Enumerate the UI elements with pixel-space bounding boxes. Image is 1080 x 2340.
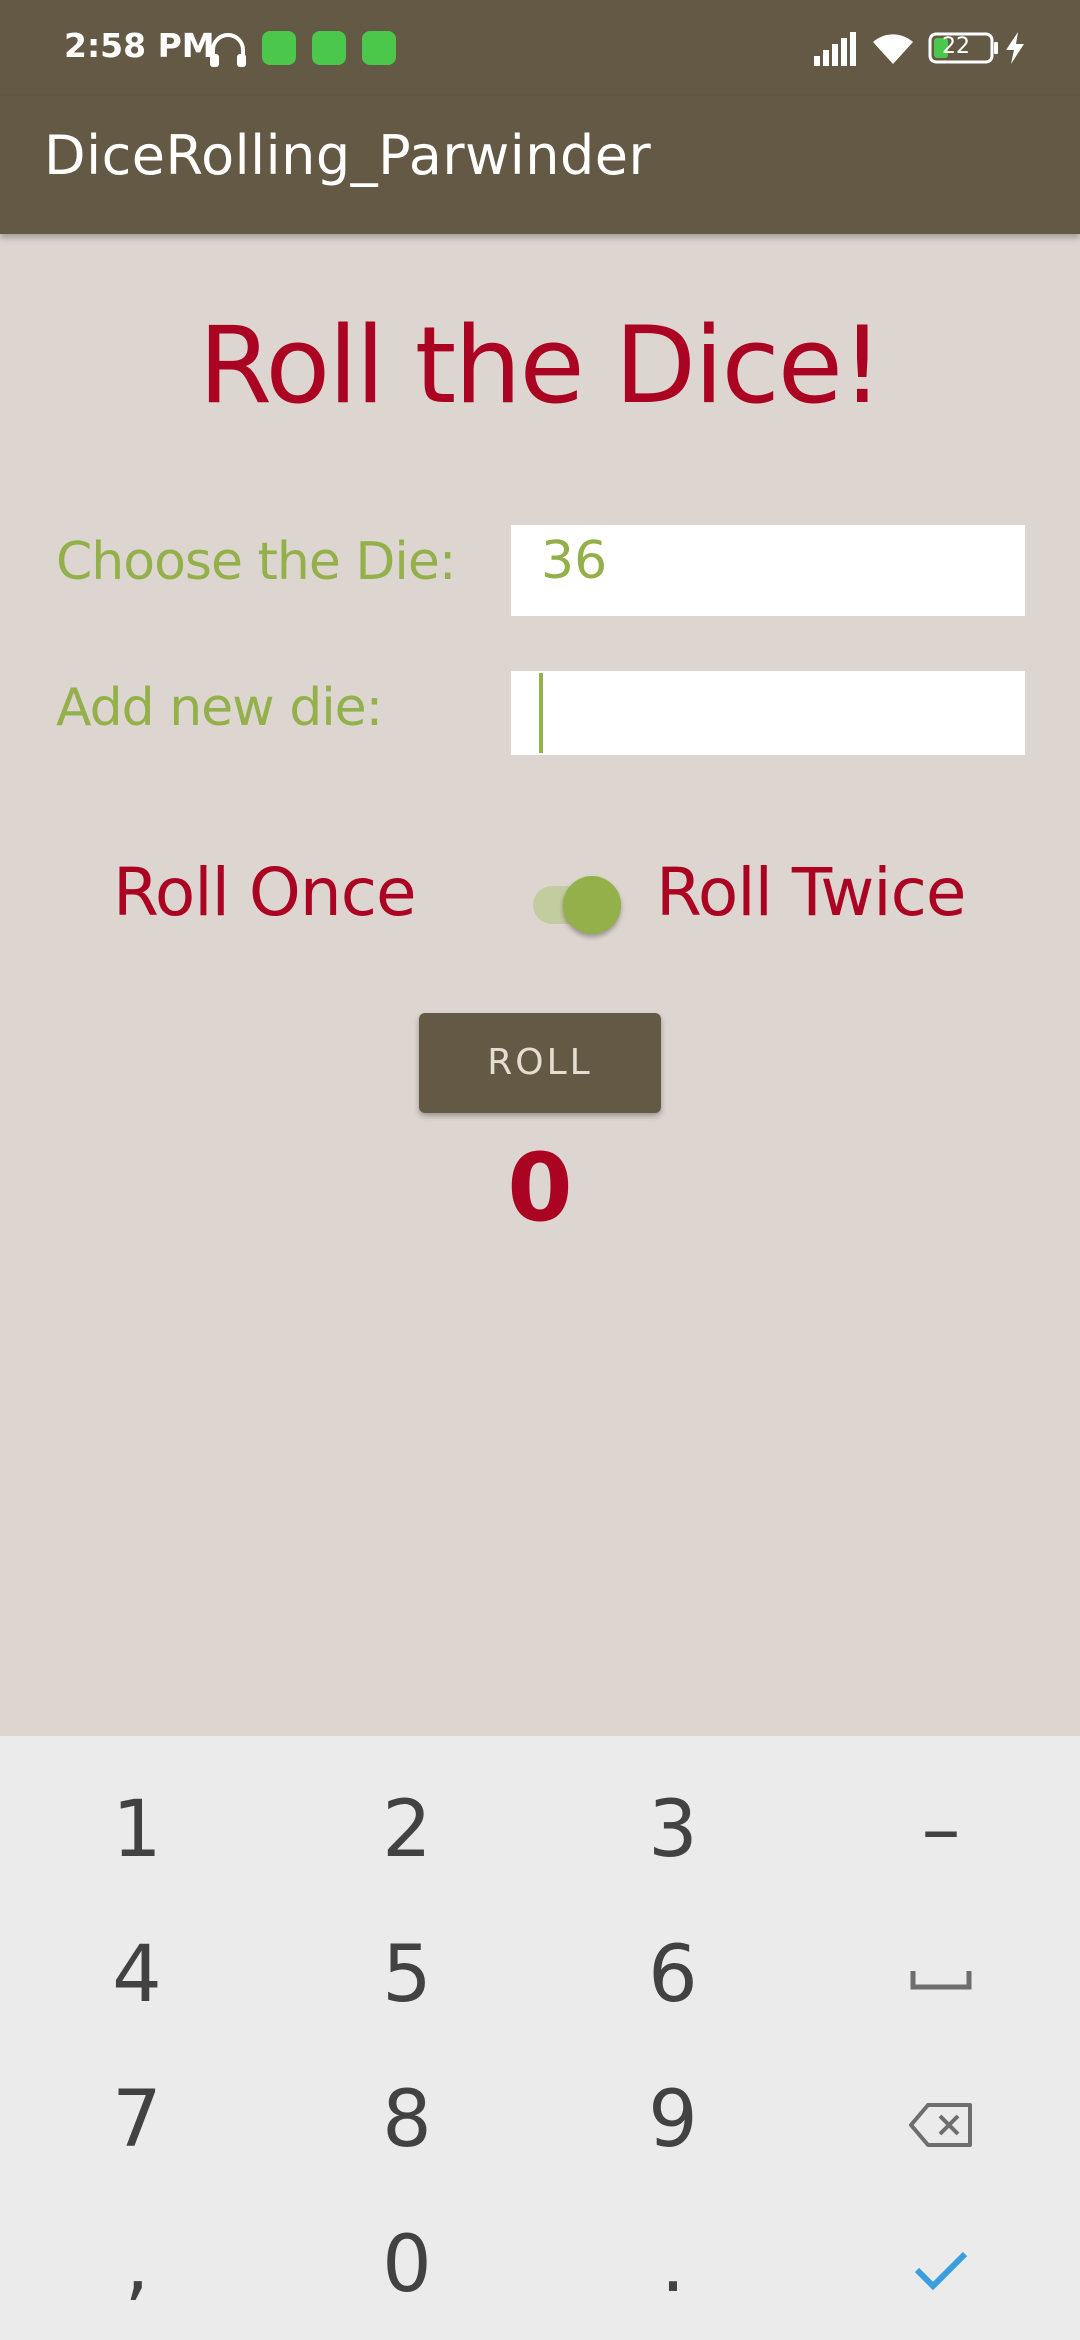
key-6[interactable]: 6 bbox=[538, 1903, 808, 2048]
app-notification-icon bbox=[362, 31, 396, 65]
roll-twice-label: Roll Twice bbox=[656, 854, 967, 931]
text-cursor bbox=[539, 673, 543, 753]
key-7[interactable]: 7 bbox=[2, 2048, 272, 2193]
add-die-label: Add new die: bbox=[56, 678, 383, 738]
key-8[interactable]: 8 bbox=[272, 2048, 542, 2193]
headphones-icon bbox=[208, 30, 248, 73]
roll-once-label: Roll Once bbox=[113, 854, 417, 931]
key-4[interactable]: 4 bbox=[2, 1903, 272, 2048]
choose-die-field[interactable]: 36 bbox=[511, 525, 1025, 616]
status-time: 2:58 PM bbox=[64, 26, 215, 65]
backspace-icon bbox=[908, 2075, 974, 2165]
choose-die-label: Choose the Die: bbox=[56, 532, 456, 592]
status-bar: 2:58 PM 22 bbox=[0, 0, 1080, 96]
signal-icon bbox=[814, 32, 858, 71]
wifi-icon bbox=[870, 30, 916, 71]
key-0[interactable]: 0 bbox=[272, 2193, 542, 2338]
add-die-input[interactable] bbox=[511, 671, 1025, 755]
roll-button[interactable]: ROLL bbox=[419, 1013, 661, 1113]
app-bar: DiceRolling_Parwinder bbox=[0, 96, 1080, 234]
app-notification-icon bbox=[262, 31, 296, 65]
battery-icon: 22 bbox=[928, 32, 1000, 69]
battery-level: 22 bbox=[942, 34, 970, 59]
key-1[interactable]: 1 bbox=[2, 1758, 272, 1903]
key-2[interactable]: 2 bbox=[272, 1758, 542, 1903]
space-icon bbox=[909, 1930, 973, 2020]
key-5[interactable]: 5 bbox=[272, 1903, 542, 2048]
numeric-keyboard: 1 2 3 – 4 5 6 7 8 9 , 0 . bbox=[0, 1736, 1080, 2340]
key-minus[interactable]: – bbox=[806, 1758, 1076, 1903]
key-9[interactable]: 9 bbox=[538, 2048, 808, 2193]
key-period[interactable]: . bbox=[538, 2193, 808, 2338]
charging-icon bbox=[1004, 32, 1026, 69]
key-space[interactable] bbox=[806, 1903, 1076, 2048]
main-content: Roll the Dice! Choose the Die: 36 Add ne… bbox=[0, 234, 1080, 1736]
roll-result: 0 bbox=[507, 1134, 573, 1243]
app-title: DiceRolling_Parwinder bbox=[44, 124, 652, 187]
key-done[interactable] bbox=[806, 2193, 1076, 2338]
page-title: Roll the Dice! bbox=[198, 304, 883, 427]
app-notification-icon bbox=[312, 31, 346, 65]
choose-die-value: 36 bbox=[541, 531, 608, 591]
checkmark-icon bbox=[913, 2220, 969, 2310]
key-backspace[interactable] bbox=[806, 2048, 1076, 2193]
switch-thumb bbox=[563, 876, 621, 934]
key-comma[interactable]: , bbox=[2, 2193, 272, 2338]
key-3[interactable]: 3 bbox=[538, 1758, 808, 1903]
